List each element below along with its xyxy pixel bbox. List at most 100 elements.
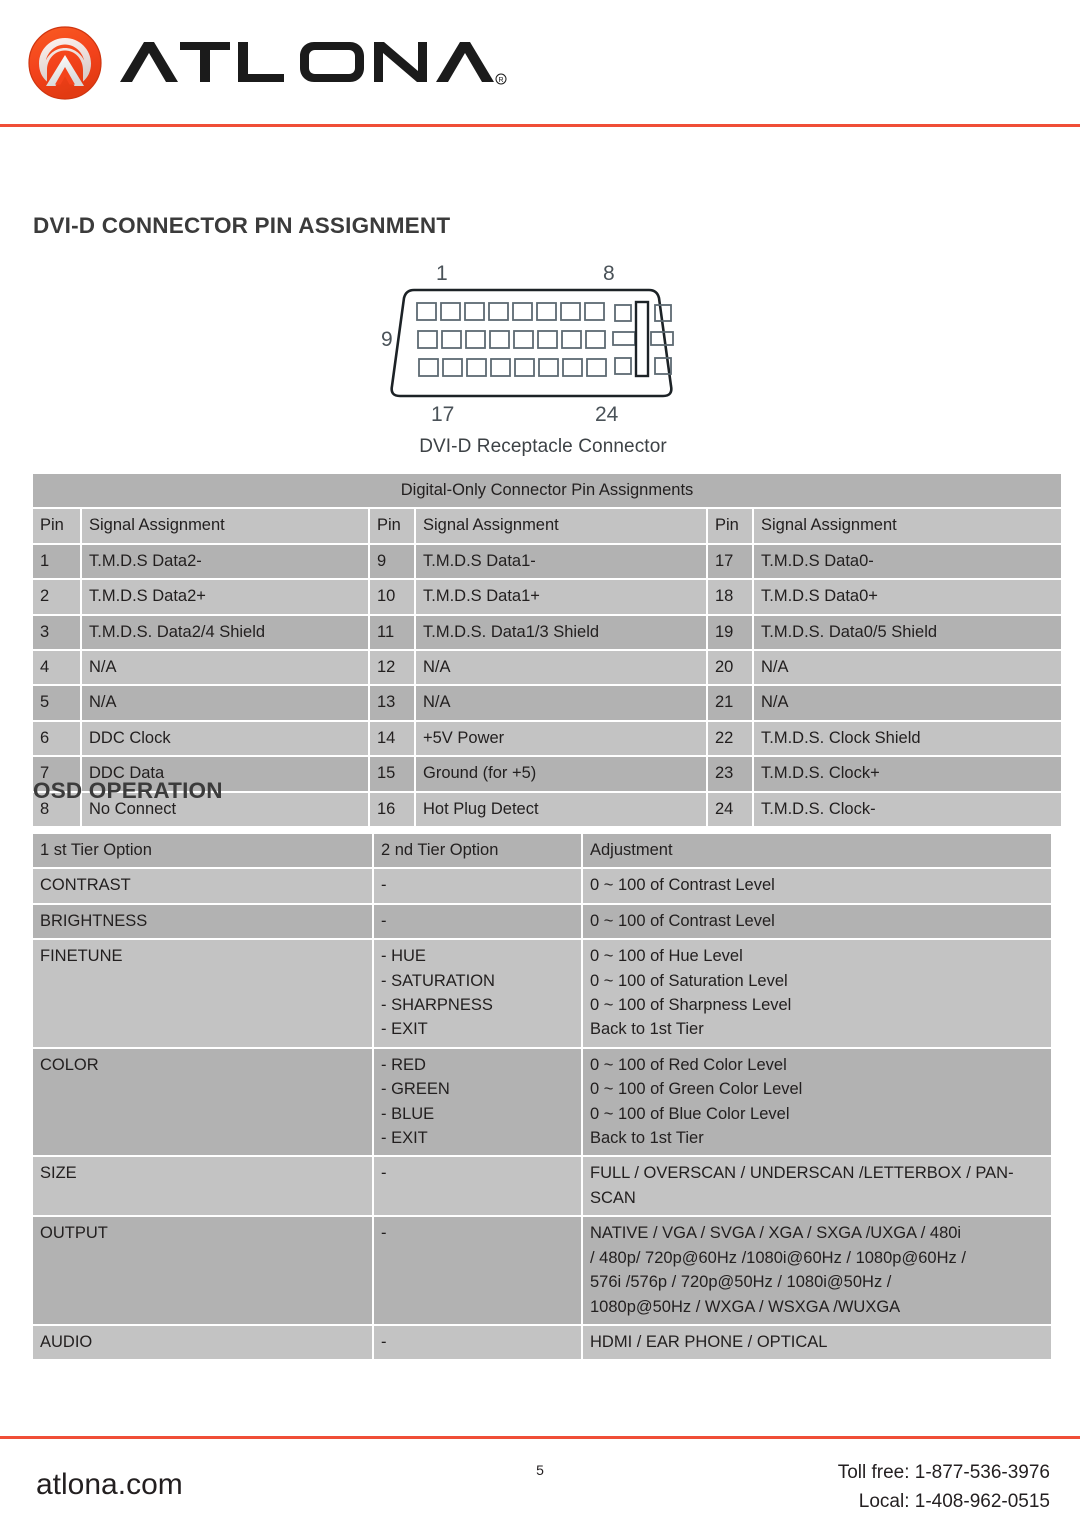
column-header: Signal Assignment — [82, 509, 368, 543]
signal-assignment: N/A — [754, 651, 1062, 685]
connector-label-17: 17 — [431, 403, 454, 426]
pin-number: 2 — [33, 580, 80, 614]
connector-label-8: 8 — [603, 262, 615, 285]
pin-number: 18 — [708, 580, 752, 614]
signal-assignment: N/A — [416, 651, 706, 685]
pin-number: 15 — [370, 757, 414, 791]
signal-assignment: T.M.D.S. Data0/5 Shield — [754, 615, 1062, 650]
tier2-option: - HUE - SATURATION - SHARPNESS - EXIT — [374, 940, 581, 1047]
table-row: FINETUNE - HUE - SATURATION - SHARPNESS … — [33, 940, 1051, 1047]
tier1-option: OUTPUT — [33, 1217, 372, 1324]
signal-assignment: N/A — [416, 686, 706, 720]
pin-number: 23 — [708, 757, 752, 791]
osd-operation-table: 1 st Tier Option 2 nd Tier Option Adjust… — [31, 832, 1053, 1362]
table-row: 1 T.M.D.S Data2- 9 T.M.D.S Data1- 17 T.M… — [33, 544, 1062, 579]
tier2-option: - — [374, 869, 581, 903]
table-title-row: Digital-Only Connector Pin Assignments — [33, 474, 1062, 508]
signal-assignment: N/A — [82, 651, 368, 685]
signal-assignment: Hot Plug Detect — [416, 792, 706, 827]
atlona-logo: R — [26, 24, 508, 102]
pin-number: 12 — [370, 651, 414, 685]
pin-number: 5 — [33, 686, 80, 720]
signal-assignment: Ground (for +5) — [416, 757, 706, 791]
dvi-connector-diagram-icon: 1 8 9 17 24 — [381, 262, 674, 426]
atlona-wordmark: R — [120, 42, 507, 85]
table-row: 2 T.M.D.S Data2+ 10 T.M.D.S Data1+ 18 T.… — [33, 580, 1062, 614]
adjustment-value: 0 ~ 100 of Contrast Level — [583, 869, 1051, 903]
column-header: Signal Assignment — [754, 509, 1062, 543]
signal-assignment: T.M.D.S. Data2/4 Shield — [82, 615, 368, 650]
signal-assignment: +5V Power — [416, 721, 706, 756]
table-row: CONTRAST - 0 ~ 100 of Contrast Level — [33, 869, 1051, 903]
pin-number: 16 — [370, 792, 414, 827]
signal-assignment: T.M.D.S. Data1/3 Shield — [416, 615, 706, 650]
column-header: Adjustment — [583, 834, 1051, 868]
header-divider-rule — [0, 124, 1080, 127]
page-title-osd-operation: OSD OPERATION — [33, 778, 223, 803]
pin-number: 9 — [370, 544, 414, 579]
tier2-option: - RED - GREEN - BLUE - EXIT — [374, 1048, 581, 1156]
pin-number: 4 — [33, 651, 80, 685]
atlona-circle-chevron-icon — [28, 26, 102, 100]
connector-flat-blade — [634, 300, 650, 378]
column-header: 1 st Tier Option — [33, 834, 372, 868]
signal-assignment: N/A — [82, 686, 368, 720]
footer-contact-block: Toll free: 1-877-536-3976 Local: 1-408-9… — [838, 1458, 1050, 1517]
table-row: 3 T.M.D.S. Data2/4 Shield 11 T.M.D.S. Da… — [33, 615, 1062, 650]
signal-assignment: T.M.D.S Data2- — [82, 544, 368, 579]
adjustment-value: FULL / OVERSCAN / UNDERSCAN /LETTERBOX /… — [583, 1157, 1051, 1216]
svg-text:R: R — [498, 77, 503, 84]
pin-number: 10 — [370, 580, 414, 614]
adjustment-value: NATIVE / VGA / SVGA / XGA / SXGA /UXGA /… — [583, 1217, 1051, 1324]
footer-divider-rule — [0, 1436, 1080, 1439]
tier2-option: - — [374, 1325, 581, 1360]
tier1-option: BRIGHTNESS — [33, 904, 372, 939]
local-number: Local: 1-408-962-0515 — [858, 1491, 1050, 1513]
table-row: 6 DDC Clock 14 +5V Power 22 T.M.D.S. Clo… — [33, 721, 1062, 756]
signal-assignment: N/A — [754, 686, 1062, 720]
tier1-option: COLOR — [33, 1048, 372, 1156]
tier2-option: - — [374, 1217, 581, 1324]
table-row: COLOR - RED - GREEN - BLUE - EXIT 0 ~ 10… — [33, 1048, 1051, 1156]
signal-assignment: T.M.D.S Data0+ — [754, 580, 1062, 614]
page-title-dvi-connector: DVI-D CONNECTOR PIN ASSIGNMENT — [33, 213, 451, 238]
pin-assignment-table: Digital-Only Connector Pin Assignments P… — [31, 472, 1064, 829]
adjustment-value: 0 ~ 100 of Red Color Level 0 ~ 100 of Gr… — [583, 1048, 1051, 1156]
pin-number: 13 — [370, 686, 414, 720]
toll-free-number: Toll free: 1-877-536-3976 — [837, 1462, 1050, 1483]
signal-assignment: T.M.D.S Data0- — [754, 544, 1062, 579]
pin-number: 19 — [708, 615, 752, 650]
adjustment-value: 0 ~ 100 of Hue Level 0 ~ 100 of Saturati… — [583, 940, 1051, 1047]
signal-assignment: T.M.D.S Data1+ — [416, 580, 706, 614]
tier1-option: FINETUNE — [33, 940, 372, 1047]
column-header: Pin — [370, 509, 414, 543]
pin-number: 21 — [708, 686, 752, 720]
adjustment-value: HDMI / EAR PHONE / OPTICAL — [583, 1325, 1051, 1360]
column-header: 2 nd Tier Option — [374, 834, 581, 868]
page-header: R — [0, 0, 1080, 128]
connector-label-24: 24 — [595, 403, 619, 426]
signal-assignment: T.M.D.S Data2+ — [82, 580, 368, 614]
column-header: Signal Assignment — [416, 509, 706, 543]
signal-assignment: T.M.D.S. Clock Shield — [754, 721, 1062, 756]
dvi-connector-figure: 1 8 9 17 24 DVI-D Receptacle Connector — [373, 258, 713, 458]
table-header-row: Pin Signal Assignment Pin Signal Assignm… — [33, 509, 1062, 543]
pin-number: 11 — [370, 615, 414, 650]
signal-assignment: T.M.D.S Data1- — [416, 544, 706, 579]
pin-number: 1 — [33, 544, 80, 579]
table-header-row: 1 st Tier Option 2 nd Tier Option Adjust… — [33, 834, 1051, 868]
table-row: OUTPUT - NATIVE / VGA / SVGA / XGA / SXG… — [33, 1217, 1051, 1324]
pin-number: 14 — [370, 721, 414, 756]
pin-number: 22 — [708, 721, 752, 756]
signal-assignment: DDC Clock — [82, 721, 368, 756]
table-row: 4 N/A 12 N/A 20 N/A — [33, 651, 1062, 685]
pin-number: 17 — [708, 544, 752, 579]
tier2-option: - — [374, 1157, 581, 1216]
connector-caption: DVI-D Receptacle Connector — [419, 436, 667, 457]
connector-label-1: 1 — [436, 262, 448, 285]
pin-number: 20 — [708, 651, 752, 685]
signal-assignment: T.M.D.S. Clock+ — [754, 757, 1062, 791]
column-header: Pin — [33, 509, 80, 543]
connector-label-9: 9 — [381, 328, 393, 351]
table-row: 5 N/A 13 N/A 21 N/A — [33, 686, 1062, 720]
